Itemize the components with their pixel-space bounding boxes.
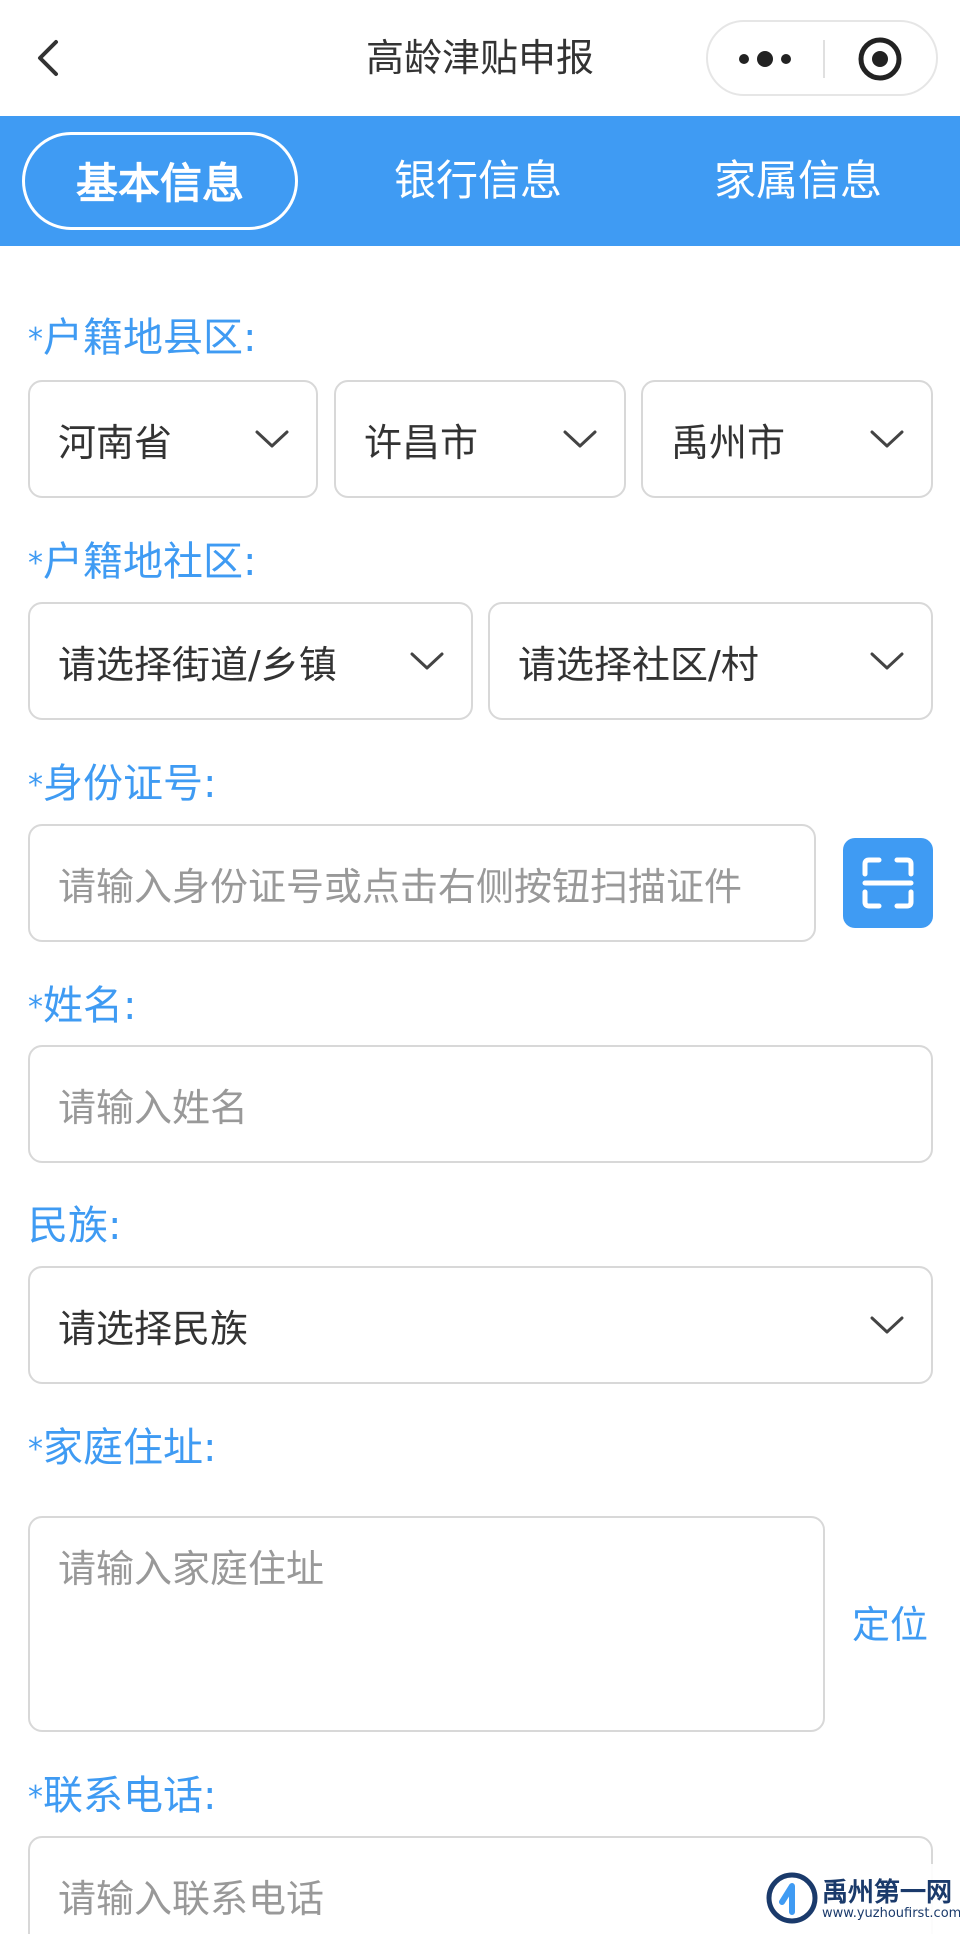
scan-icon [862, 857, 914, 909]
hukou-county-label: *户籍地县区: [28, 315, 257, 361]
id-number-input[interactable]: 请输入身份证号或点击右侧按钮扫描证件 [28, 824, 816, 942]
tab-basic-info[interactable]: 基本信息 [22, 132, 298, 230]
community-placeholder: 请选择社区/村 [518, 642, 759, 687]
city-select[interactable]: 许昌市 [334, 380, 626, 498]
required-mark: * [28, 546, 43, 581]
required-mark: * [28, 1432, 43, 1467]
locate-button[interactable]: 定位 [852, 1594, 928, 1649]
id-number-label: *身份证号: [28, 761, 217, 807]
name-input[interactable]: 请输入姓名 [28, 1045, 933, 1163]
id-number-placeholder: 请输入身份证号或点击右侧按钮扫描证件 [58, 864, 743, 909]
city-value: 许昌市 [364, 420, 479, 465]
address-label: *家庭住址: [28, 1425, 217, 1471]
required-mark: * [28, 1780, 43, 1815]
ethnicity-select[interactable]: 请选择民族 [28, 1266, 933, 1384]
county-select[interactable]: 禹州市 [641, 380, 933, 498]
watermark-name: 禹州第一网 [822, 1878, 953, 1908]
chevron-down-icon [870, 430, 904, 448]
name-placeholder: 请输入姓名 [58, 1085, 249, 1130]
phone-label: *联系电话: [28, 1773, 217, 1819]
phone-placeholder: 请输入联系电话 [58, 1876, 325, 1921]
close-button[interactable] [825, 22, 938, 94]
mini-program-capsule [706, 20, 938, 96]
province-value: 河南省 [58, 420, 173, 465]
street-select[interactable]: 请选择街道/乡镇 [28, 602, 473, 720]
required-mark: * [28, 768, 43, 803]
scan-id-button[interactable] [843, 838, 933, 928]
tab-family-info[interactable]: 家属信息 [660, 132, 936, 230]
street-placeholder: 请选择街道/乡镇 [58, 642, 337, 687]
watermark-url: www.yuzhoufirst.com [822, 1906, 960, 1921]
province-select[interactable]: 河南省 [28, 380, 318, 498]
address-placeholder: 请输入家庭住址 [58, 1547, 325, 1591]
chevron-down-icon [255, 430, 289, 448]
site-watermark: 禹州第一网 www.yuzhoufirst.com [762, 1864, 960, 1934]
chevron-down-icon [563, 430, 597, 448]
ethnicity-label: 民族: [28, 1203, 122, 1249]
name-label: *姓名: [28, 983, 137, 1029]
more-dots-icon [739, 51, 791, 67]
county-value: 禹州市 [671, 420, 786, 465]
chevron-down-icon [410, 652, 444, 670]
hukou-community-label: *户籍地社区: [28, 539, 257, 585]
tab-bar: 基本信息 银行信息 家属信息 [0, 116, 960, 246]
required-mark: * [28, 322, 43, 357]
site-logo-icon [766, 1872, 818, 1924]
required-mark: * [28, 990, 43, 1025]
address-textarea[interactable]: 请输入家庭住址 [28, 1516, 825, 1732]
chevron-down-icon [870, 652, 904, 670]
community-select[interactable]: 请选择社区/村 [488, 602, 933, 720]
tab-bank-info[interactable]: 银行信息 [340, 132, 616, 230]
chevron-down-icon [870, 1316, 904, 1334]
more-button[interactable] [708, 22, 823, 94]
navigation-bar: 高龄津贴申报 [0, 0, 960, 116]
ethnicity-placeholder: 请选择民族 [58, 1306, 249, 1351]
target-close-icon [858, 37, 902, 81]
